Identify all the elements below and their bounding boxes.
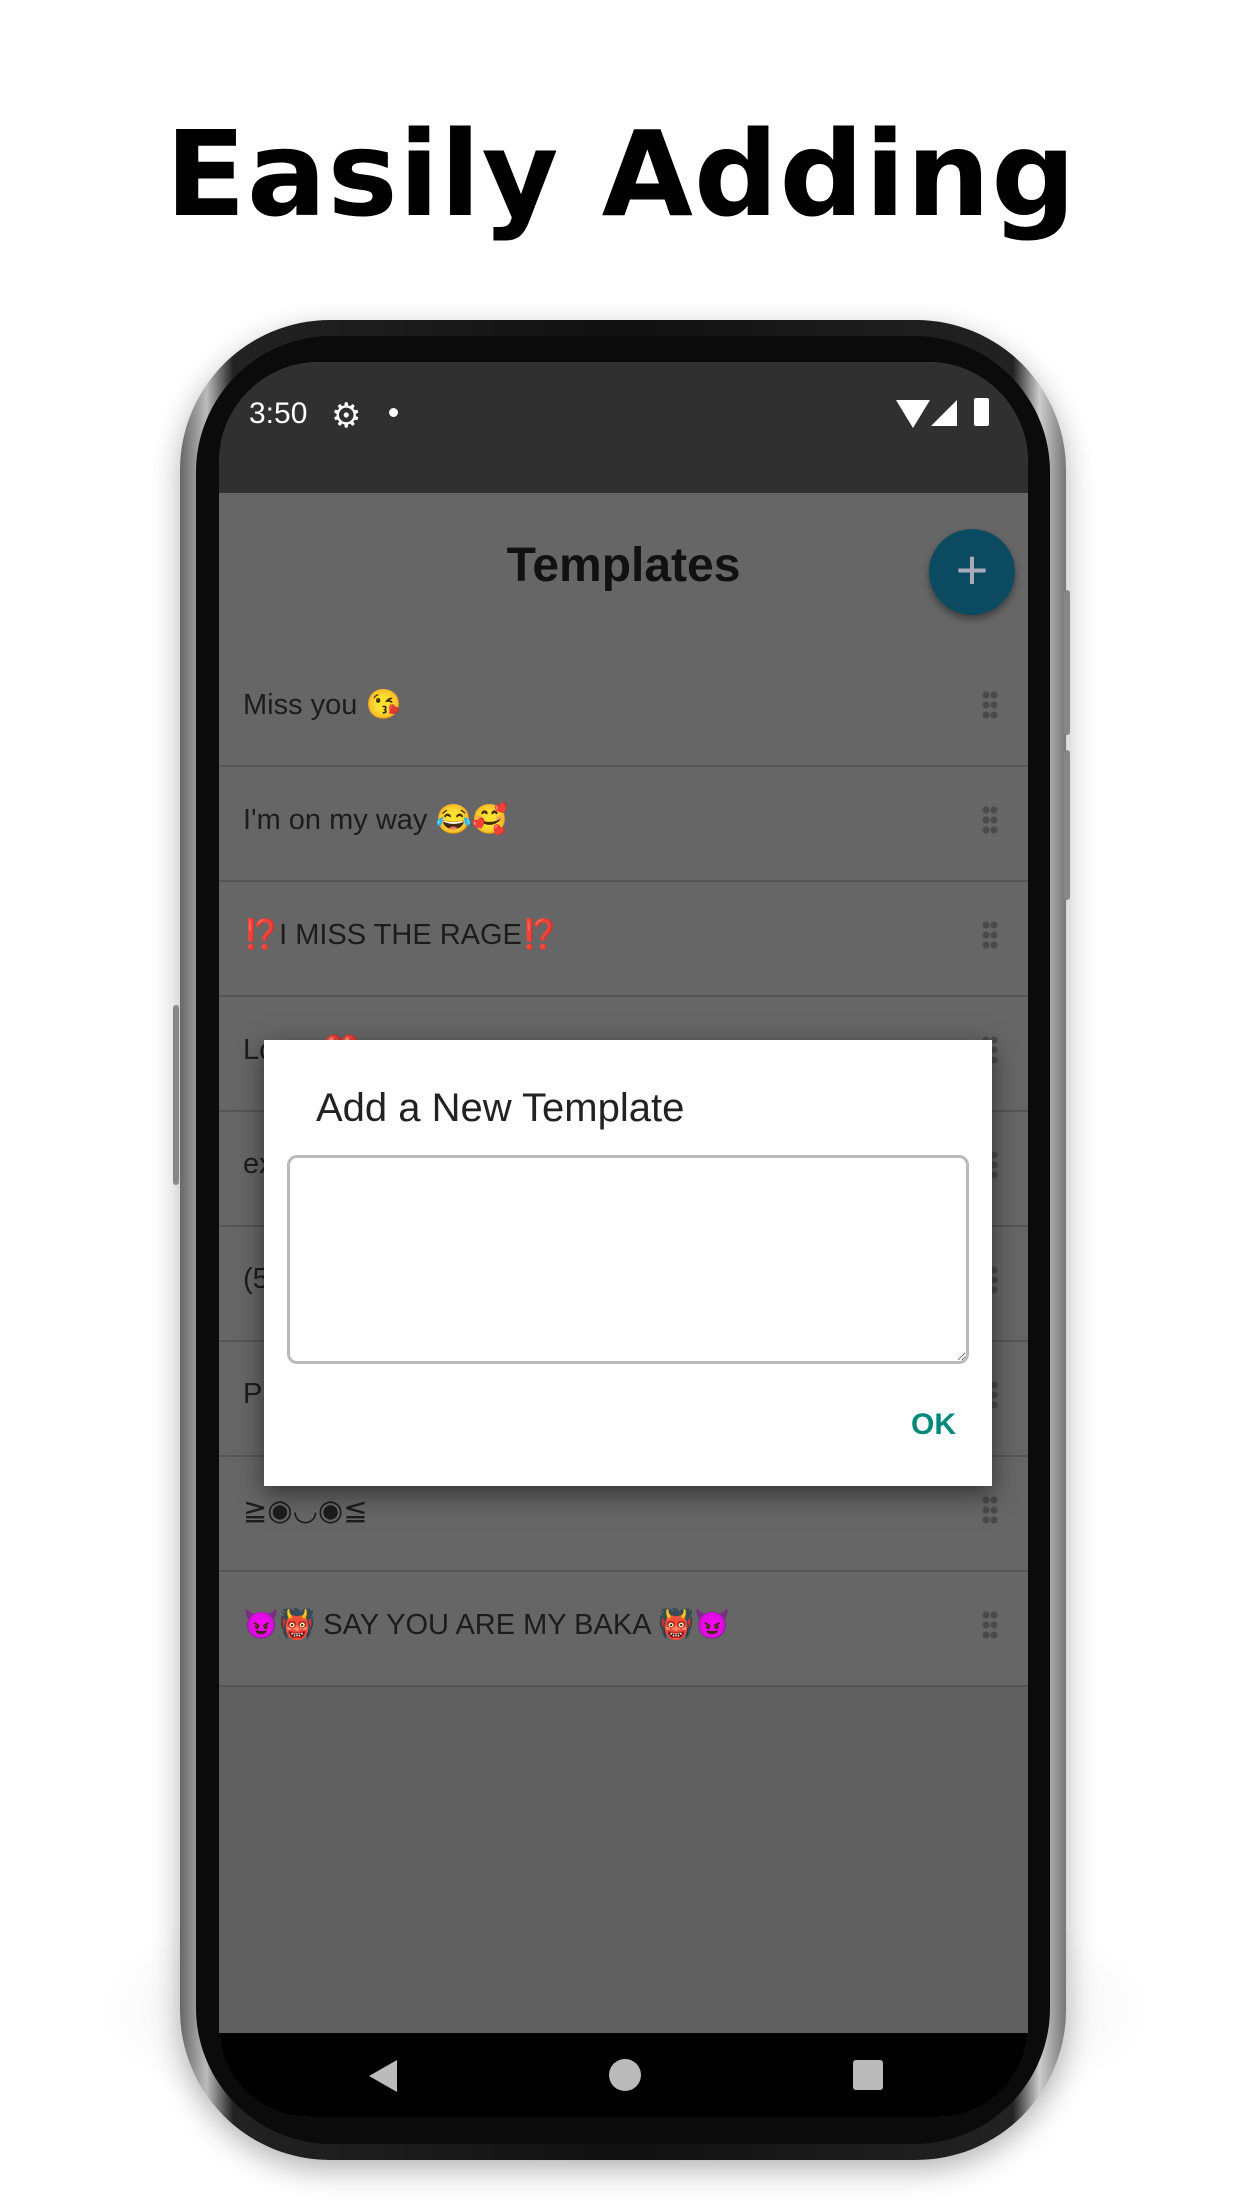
recents-icon[interactable] bbox=[853, 2060, 883, 2090]
template-text: 😈👹 SAY YOU ARE MY BAKA 👹😈 bbox=[243, 1609, 731, 1641]
list-item[interactable]: I'm on my way 😂🥰 bbox=[219, 767, 1028, 882]
back-icon[interactable] bbox=[369, 2060, 397, 2092]
add-template-button[interactable]: + bbox=[929, 529, 1015, 615]
signal-icon bbox=[931, 400, 957, 426]
add-template-dialog: Add a New Template OK bbox=[264, 1040, 992, 1486]
navigation-bar bbox=[219, 2033, 1028, 2117]
notification-dot-icon bbox=[389, 408, 398, 417]
list-item[interactable]: Miss you 😘 bbox=[219, 652, 1028, 767]
ok-button[interactable]: OK bbox=[911, 1408, 956, 1442]
list-item[interactable]: 😈👹 SAY YOU ARE MY BAKA 👹😈 bbox=[219, 1572, 1028, 1687]
battery-icon bbox=[974, 398, 989, 426]
volume-button bbox=[1064, 750, 1070, 900]
drag-handle-icon[interactable] bbox=[982, 690, 998, 720]
power-button bbox=[1064, 590, 1070, 735]
template-text: I'm on my way 😂🥰 bbox=[243, 804, 508, 836]
drag-handle-icon[interactable] bbox=[982, 1610, 998, 1640]
template-input[interactable] bbox=[287, 1155, 969, 1364]
status-time: 3:50 bbox=[249, 397, 308, 430]
gear-icon: ⚙ bbox=[331, 397, 362, 435]
app-header: Templates bbox=[219, 493, 1028, 652]
home-icon[interactable] bbox=[609, 2059, 641, 2091]
drag-handle-icon[interactable] bbox=[982, 805, 998, 835]
template-text: ≧◉◡◉≦ bbox=[243, 1495, 368, 1527]
template-text: ⁉️I MISS THE RAGE⁉️ bbox=[243, 919, 559, 951]
drag-handle-icon[interactable] bbox=[982, 1495, 998, 1525]
drag-handle-icon[interactable] bbox=[982, 920, 998, 950]
wifi-icon bbox=[896, 400, 930, 428]
status-bar: 3:50 ⚙ bbox=[219, 362, 1028, 493]
template-text: Miss you 😘 bbox=[243, 689, 402, 721]
dialog-title: Add a New Template bbox=[316, 1086, 685, 1130]
template-text: P bbox=[243, 1378, 263, 1410]
headline: Easily Adding bbox=[165, 105, 1077, 243]
list-item[interactable]: ⁉️I MISS THE RAGE⁉️ bbox=[219, 882, 1028, 997]
side-button bbox=[173, 1005, 179, 1185]
page-title: Templates bbox=[506, 539, 741, 592]
